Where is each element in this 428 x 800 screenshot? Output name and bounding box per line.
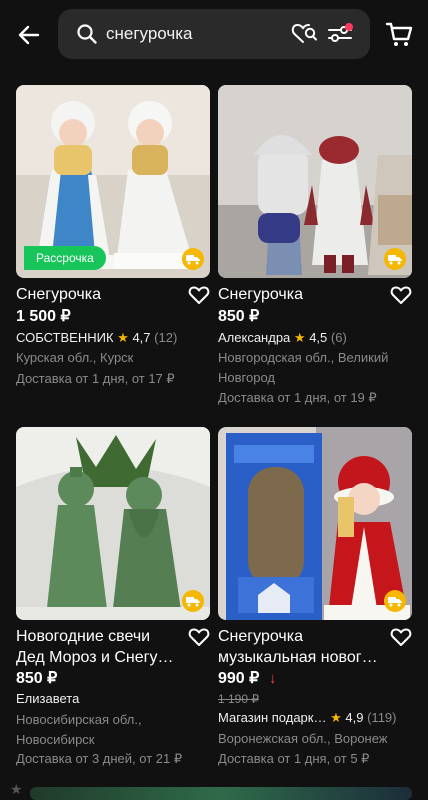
product-location: Воронежская обл., Воронеж xyxy=(218,731,388,746)
product-image[interactable] xyxy=(218,85,412,278)
product-card[interactable]: Рассрочка Снегурочка 1 500 ₽ СОБСТВЕННИК… xyxy=(16,85,210,395)
search-query[interactable]: снегурочка xyxy=(106,22,193,46)
delivery-truck-icon xyxy=(388,255,402,265)
seller-rating: 4,5 xyxy=(309,330,328,345)
heart-icon[interactable] xyxy=(390,284,412,306)
delivery-badge xyxy=(384,248,406,270)
delivery-info: Доставка от 3 дней, от 21 ₽ xyxy=(16,751,183,766)
product-card[interactable]: Снегурочка музыкальная новог… 990 ₽ ↓ 1 … xyxy=(218,427,412,777)
preview-image-strip xyxy=(30,787,412,800)
star-icon: ★ xyxy=(117,330,129,345)
delivery-badge xyxy=(182,590,204,612)
next-row-preview: ★ xyxy=(0,781,428,800)
delivery-info: Доставка от 1 дня, от 17 ₽ xyxy=(16,371,175,386)
heart-icon[interactable] xyxy=(188,284,210,306)
delivery-truck-icon xyxy=(388,597,402,607)
price-drop-icon: ↓ xyxy=(269,670,277,687)
seller-rating: 4,9 xyxy=(345,710,364,725)
delivery-truck-icon xyxy=(186,597,200,607)
product-price: 990 ₽ xyxy=(218,670,260,687)
product-price: 850 ₽ xyxy=(16,670,58,687)
top-bar: снегурочка xyxy=(0,0,428,68)
seller-name: Магазин подарк… xyxy=(218,710,327,725)
cart-icon[interactable] xyxy=(383,18,415,50)
favorite-search-icon[interactable] xyxy=(290,21,318,47)
seller-name: Елизавета xyxy=(16,691,80,706)
seller-info: СОБСТВЕННИК ★ 4,7 (12) xyxy=(16,329,177,347)
product-title[interactable]: Снегурочка xyxy=(16,284,176,305)
product-card[interactable]: Новогодние свечи Дед Мороз и Снегу… 850 … xyxy=(16,427,210,777)
star-icon: ★ xyxy=(293,330,306,345)
product-price: 850 ₽ xyxy=(218,308,260,325)
product-location: Новгородская обл., Великий Новгород xyxy=(218,350,389,385)
delivery-badge xyxy=(182,248,204,270)
seller-rating: 4,7 xyxy=(132,330,151,345)
search-field[interactable]: снегурочка xyxy=(58,9,370,59)
product-image[interactable] xyxy=(16,427,210,620)
product-price: 1 500 ₽ xyxy=(16,308,71,325)
seller-name: Александра xyxy=(218,330,291,345)
review-count: (12) xyxy=(154,330,178,345)
product-title[interactable]: Снегурочка xyxy=(218,284,378,305)
product-title[interactable]: Новогодние свечи Дед Мороз и Снегу… xyxy=(16,626,176,668)
product-image[interactable] xyxy=(218,427,412,620)
delivery-info: Доставка от 1 дня, от 19 ₽ xyxy=(218,390,377,405)
star-icon: ★ xyxy=(330,710,342,725)
search-icon xyxy=(77,24,97,44)
delivery-truck-icon xyxy=(186,255,200,265)
filter-active-dot xyxy=(345,23,353,31)
product-location: Курская обл., Курск xyxy=(16,350,134,365)
seller-name: СОБСТВЕННИК xyxy=(16,330,114,345)
product-location: Новосибирская обл., Новосибирск xyxy=(16,712,142,747)
seller-info: Александра ★ 4,5 (6) xyxy=(218,329,347,347)
product-card[interactable]: Снегурочка 850 ₽ Александра ★ 4,5 (6) Но… xyxy=(218,85,412,410)
review-count: (6) xyxy=(330,330,347,345)
installment-badge: Рассрочка xyxy=(24,246,106,270)
delivery-badge xyxy=(384,590,406,612)
seller-info: Магазин подарк… ★ 4,9 (119) xyxy=(218,709,396,727)
delivery-info: Доставка от 1 дня, от 5 ₽ xyxy=(218,751,370,766)
back-arrow-icon xyxy=(18,25,40,45)
star-icon: ★ xyxy=(10,781,23,797)
product-title[interactable]: Снегурочка музыкальная новог… xyxy=(218,626,378,668)
review-count: (119) xyxy=(367,710,397,725)
old-price: 1 190 ₽ xyxy=(218,692,259,706)
heart-icon[interactable] xyxy=(390,626,412,648)
back-button[interactable] xyxy=(12,18,46,52)
heart-icon[interactable] xyxy=(188,626,210,648)
